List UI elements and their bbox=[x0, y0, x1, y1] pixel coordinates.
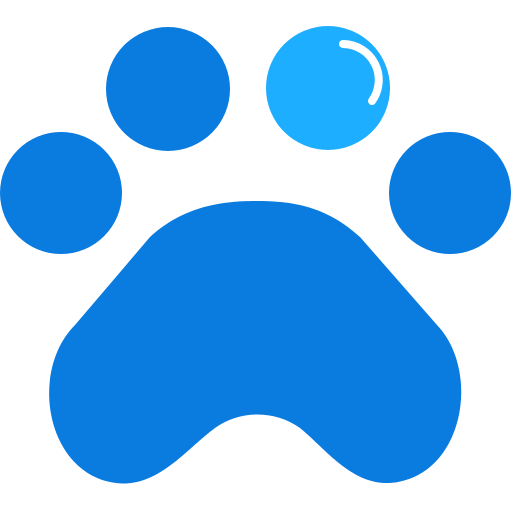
toe-top-left bbox=[106, 27, 230, 151]
main-pad bbox=[49, 201, 462, 484]
toe-right bbox=[389, 132, 511, 254]
paw-icon bbox=[0, 0, 512, 512]
paw-svg bbox=[0, 26, 511, 484]
toe-left bbox=[0, 132, 122, 254]
toe-top-right bbox=[266, 26, 390, 150]
